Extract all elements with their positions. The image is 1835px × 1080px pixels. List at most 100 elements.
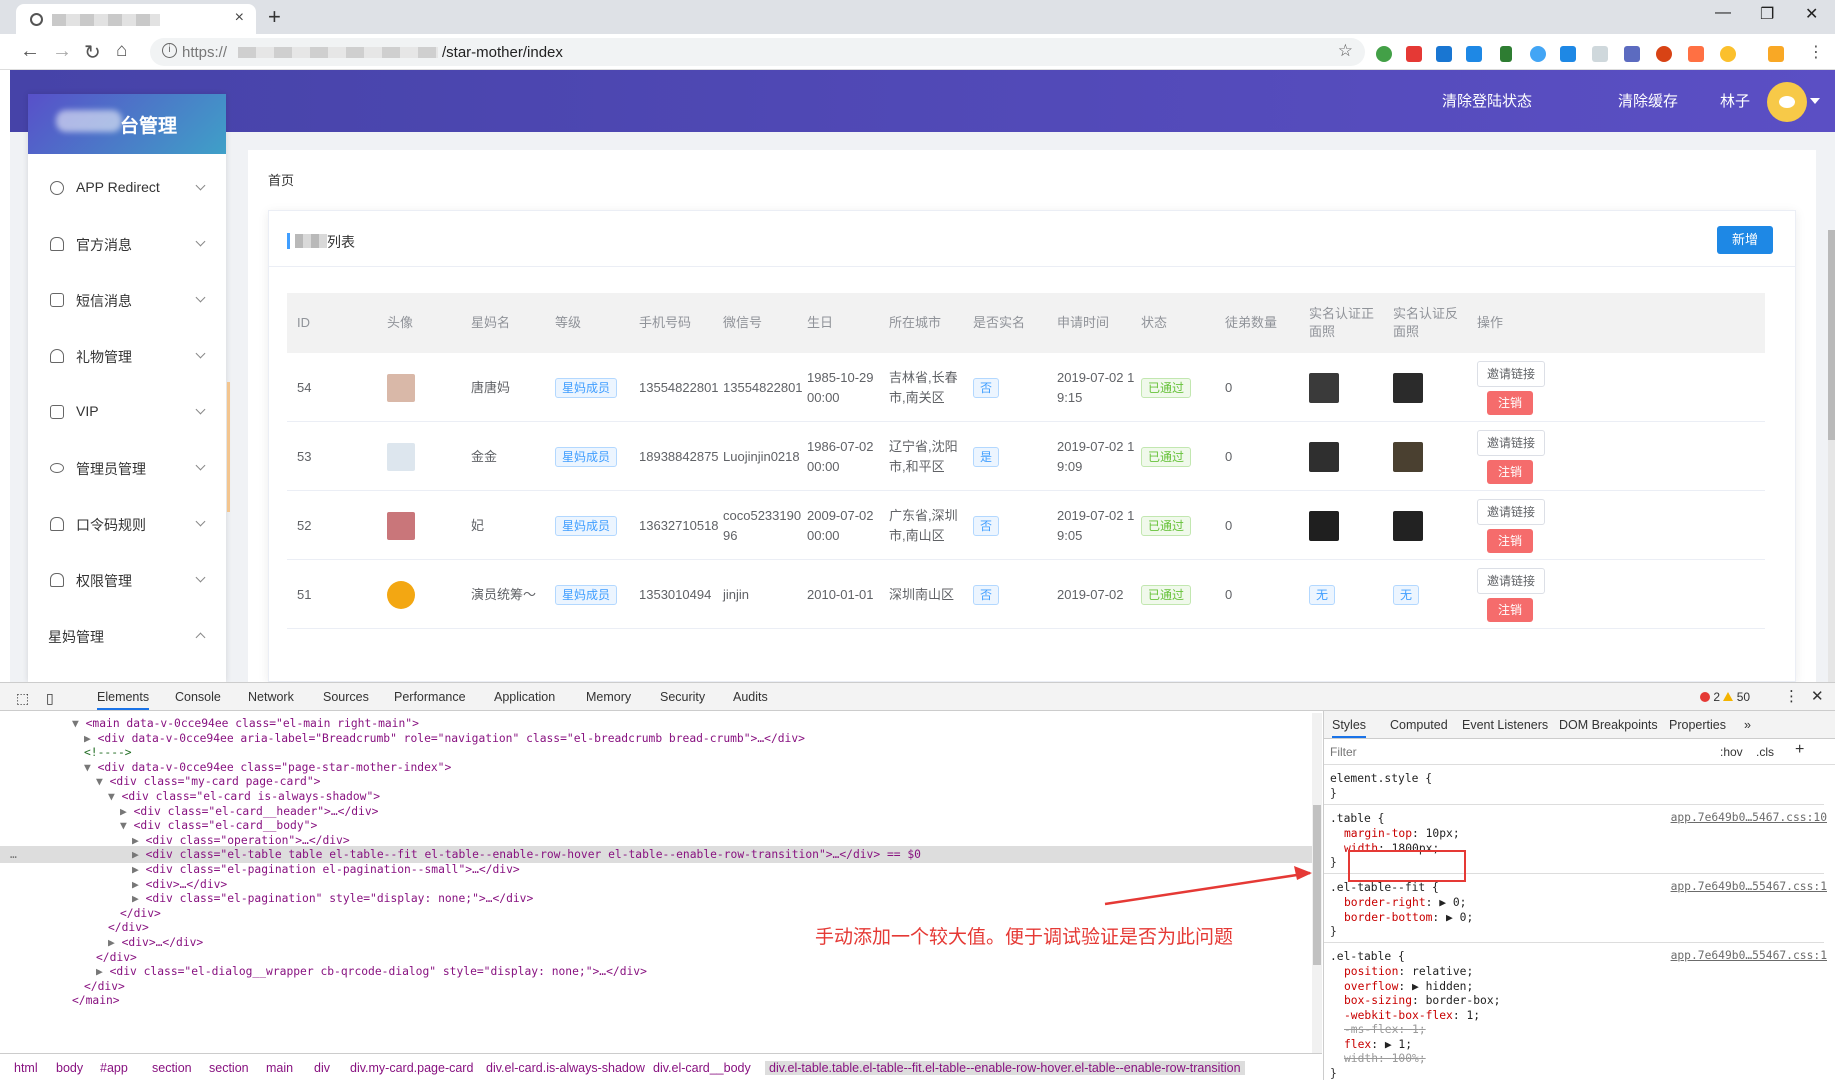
avatar[interactable] bbox=[1767, 82, 1807, 122]
reload-icon[interactable]: ↻ bbox=[84, 40, 101, 65]
rule-selector[interactable]: .el-table--fit { bbox=[1330, 880, 1439, 895]
scrollbar-thumb[interactable] bbox=[1828, 230, 1835, 440]
tab-elements[interactable]: Elements bbox=[97, 690, 150, 710]
dom-breadcrumb-item[interactable]: #app bbox=[100, 1061, 128, 1075]
inspect-element-icon[interactable]: ⬚ bbox=[16, 690, 29, 707]
css-declaration[interactable]: width: 100%; bbox=[1344, 1051, 1426, 1066]
back-icon[interactable]: ← bbox=[20, 40, 40, 63]
collapse-arrow-icon[interactable]: ▼ bbox=[84, 761, 98, 774]
tab-sources[interactable]: Sources bbox=[323, 690, 369, 704]
rule-selector[interactable]: element.style { bbox=[1330, 771, 1432, 786]
url-bar[interactable]: i https:// /star-mother/index ☆ bbox=[150, 38, 1365, 66]
breadcrumb[interactable]: 首页 bbox=[268, 170, 294, 189]
username[interactable]: 林子 bbox=[1720, 90, 1750, 111]
css-declaration[interactable]: overflow: ▶ hidden; bbox=[1344, 979, 1473, 994]
extension-icon[interactable] bbox=[1688, 46, 1704, 62]
tab-security[interactable]: Security bbox=[660, 690, 705, 704]
id-photo-thumbnail[interactable] bbox=[1309, 372, 1339, 403]
extension-icon[interactable] bbox=[1624, 46, 1640, 62]
elements-tree[interactable]: ▼ <main data-v-0cce94ee class="el-main r… bbox=[0, 711, 1322, 1053]
id-photo-thumbnail[interactable] bbox=[1309, 441, 1339, 472]
browser-tab[interactable]: × bbox=[16, 4, 256, 34]
close-tab-icon[interactable]: × bbox=[235, 9, 244, 27]
avatar-thumbnail[interactable] bbox=[387, 442, 415, 471]
home-icon[interactable]: ⌂ bbox=[116, 40, 127, 62]
dom-breadcrumb-item[interactable]: section bbox=[209, 1061, 249, 1075]
add-rule-icon[interactable]: + bbox=[1795, 741, 1804, 759]
sidebar-item-permission-management[interactable]: 权限管理 bbox=[28, 552, 226, 608]
sidebar-item-sms-messages[interactable]: 短信消息 bbox=[28, 272, 226, 328]
sidebar-group-star-mother[interactable]: 星妈管理 bbox=[28, 608, 226, 664]
dom-node-line[interactable]: </main> bbox=[0, 992, 1322, 1009]
dom-breadcrumb-item[interactable]: div.el-card__body bbox=[653, 1061, 751, 1075]
expand-arrow-icon[interactable]: ▶ bbox=[132, 878, 146, 891]
extension-icon[interactable] bbox=[1560, 46, 1576, 62]
css-declaration[interactable]: -webkit-box-flex: 1; bbox=[1344, 1008, 1480, 1023]
extension-icon[interactable] bbox=[1376, 46, 1392, 62]
rule-source-link[interactable]: app.7e649b0…55467.css:1 bbox=[1671, 880, 1827, 893]
new-tab-icon[interactable]: + bbox=[268, 4, 281, 30]
close-devtools-icon[interactable]: ✕ bbox=[1811, 687, 1824, 705]
tab-properties[interactable]: Properties bbox=[1669, 718, 1726, 732]
css-declaration[interactable]: box-sizing: border-box; bbox=[1344, 993, 1500, 1008]
table-row[interactable]: 54 唐唐妈 星妈成员 13554822801 13554822801 1985-10-2… bbox=[287, 353, 1765, 422]
close-window-icon[interactable]: ✕ bbox=[1805, 4, 1818, 24]
css-declaration[interactable]: border-bottom: ▶ 0; bbox=[1344, 910, 1473, 925]
sidebar-item-gift-management[interactable]: 礼物管理 bbox=[28, 328, 226, 384]
clear-login-link[interactable]: 清除登陆状态 bbox=[1442, 90, 1532, 111]
id-photo-thumbnail[interactable] bbox=[1393, 372, 1423, 403]
extension-icon[interactable] bbox=[1530, 46, 1546, 62]
id-photo-thumbnail[interactable] bbox=[1393, 441, 1423, 472]
scrollbar-thumb[interactable] bbox=[1313, 805, 1321, 965]
site-info-icon[interactable]: i bbox=[162, 43, 177, 58]
rule-selector[interactable]: .el-table { bbox=[1330, 949, 1405, 964]
page-scrollbar[interactable] bbox=[1828, 230, 1835, 682]
css-declaration[interactable]: flex: ▶ 1; bbox=[1344, 1037, 1412, 1052]
extension-icon[interactable] bbox=[1768, 46, 1784, 62]
extension-icon[interactable] bbox=[1500, 46, 1512, 62]
tab-audits[interactable]: Audits bbox=[733, 690, 768, 704]
sidebar-item-official-messages[interactable]: 官方消息 bbox=[28, 216, 226, 272]
id-photo-thumbnail[interactable] bbox=[1393, 510, 1423, 541]
sidebar-item-admin-management[interactable]: 管理员管理 bbox=[28, 440, 226, 496]
expand-arrow-icon[interactable]: ▶ bbox=[132, 834, 146, 847]
dom-breadcrumb-item[interactable]: div bbox=[314, 1061, 330, 1075]
avatar-thumbnail[interactable] bbox=[387, 511, 415, 540]
elements-scrollbar[interactable] bbox=[1312, 713, 1322, 1053]
invite-link-button[interactable]: 邀请链接 bbox=[1477, 429, 1545, 456]
cancel-account-button[interactable]: 注销 bbox=[1487, 597, 1533, 622]
sidebar-item-vip[interactable]: VIP bbox=[28, 384, 226, 440]
avatar-thumbnail[interactable] bbox=[387, 580, 415, 609]
extension-icon[interactable] bbox=[1656, 46, 1672, 62]
cancel-account-button[interactable]: 注销 bbox=[1487, 459, 1533, 484]
tab-memory[interactable]: Memory bbox=[586, 690, 631, 704]
devtools-menu-icon[interactable]: ⋮ bbox=[1784, 687, 1799, 705]
css-declaration[interactable]: margin-top: 10px; bbox=[1344, 826, 1460, 841]
minimize-icon[interactable]: — bbox=[1715, 4, 1731, 22]
tab-event-listeners[interactable]: Event Listeners bbox=[1462, 718, 1548, 732]
dom-breadcrumb-item[interactable]: div.el-table.table.el-table--fit.el-tabl… bbox=[765, 1061, 1245, 1075]
tab-computed[interactable]: Computed bbox=[1390, 718, 1448, 732]
tab-console[interactable]: Console bbox=[175, 690, 221, 704]
rule-selector[interactable]: .table { bbox=[1330, 811, 1384, 826]
collapse-arrow-icon[interactable]: ▼ bbox=[96, 775, 110, 788]
more-tabs-icon[interactable]: » bbox=[1744, 718, 1751, 732]
chevron-down-icon[interactable] bbox=[1810, 98, 1820, 104]
extension-icon[interactable] bbox=[1406, 46, 1422, 62]
hover-state-toggle[interactable]: :hov bbox=[1720, 745, 1743, 759]
dom-breadcrumb-item[interactable]: body bbox=[56, 1061, 83, 1075]
filter-input[interactable] bbox=[1330, 743, 1630, 761]
expand-arrow-icon[interactable]: ▶ bbox=[132, 863, 146, 876]
tab-dom-breakpoints[interactable]: DOM Breakpoints bbox=[1559, 718, 1658, 732]
collapse-arrow-icon[interactable]: ▼ bbox=[72, 717, 86, 730]
collapse-arrow-icon[interactable]: ▼ bbox=[108, 790, 122, 803]
dom-breadcrumb-item[interactable]: section bbox=[152, 1061, 192, 1075]
clear-cache-link[interactable]: 清除缓存 bbox=[1618, 90, 1678, 111]
expand-arrow-icon[interactable]: ▶ bbox=[132, 848, 146, 861]
browser-menu-icon[interactable]: ⋮ bbox=[1808, 42, 1824, 61]
rule-source-link[interactable]: app.7e649b0…55467.css:1 bbox=[1671, 949, 1827, 962]
cancel-account-button[interactable]: 注销 bbox=[1487, 390, 1533, 415]
css-declaration[interactable]: position: relative; bbox=[1344, 964, 1473, 979]
table-row[interactable]: 52 妃 星妈成员 13632710518 coco523319096 2009-07-0… bbox=[287, 491, 1765, 560]
sidebar-item-app-redirect[interactable]: APP Redirect bbox=[28, 160, 226, 216]
